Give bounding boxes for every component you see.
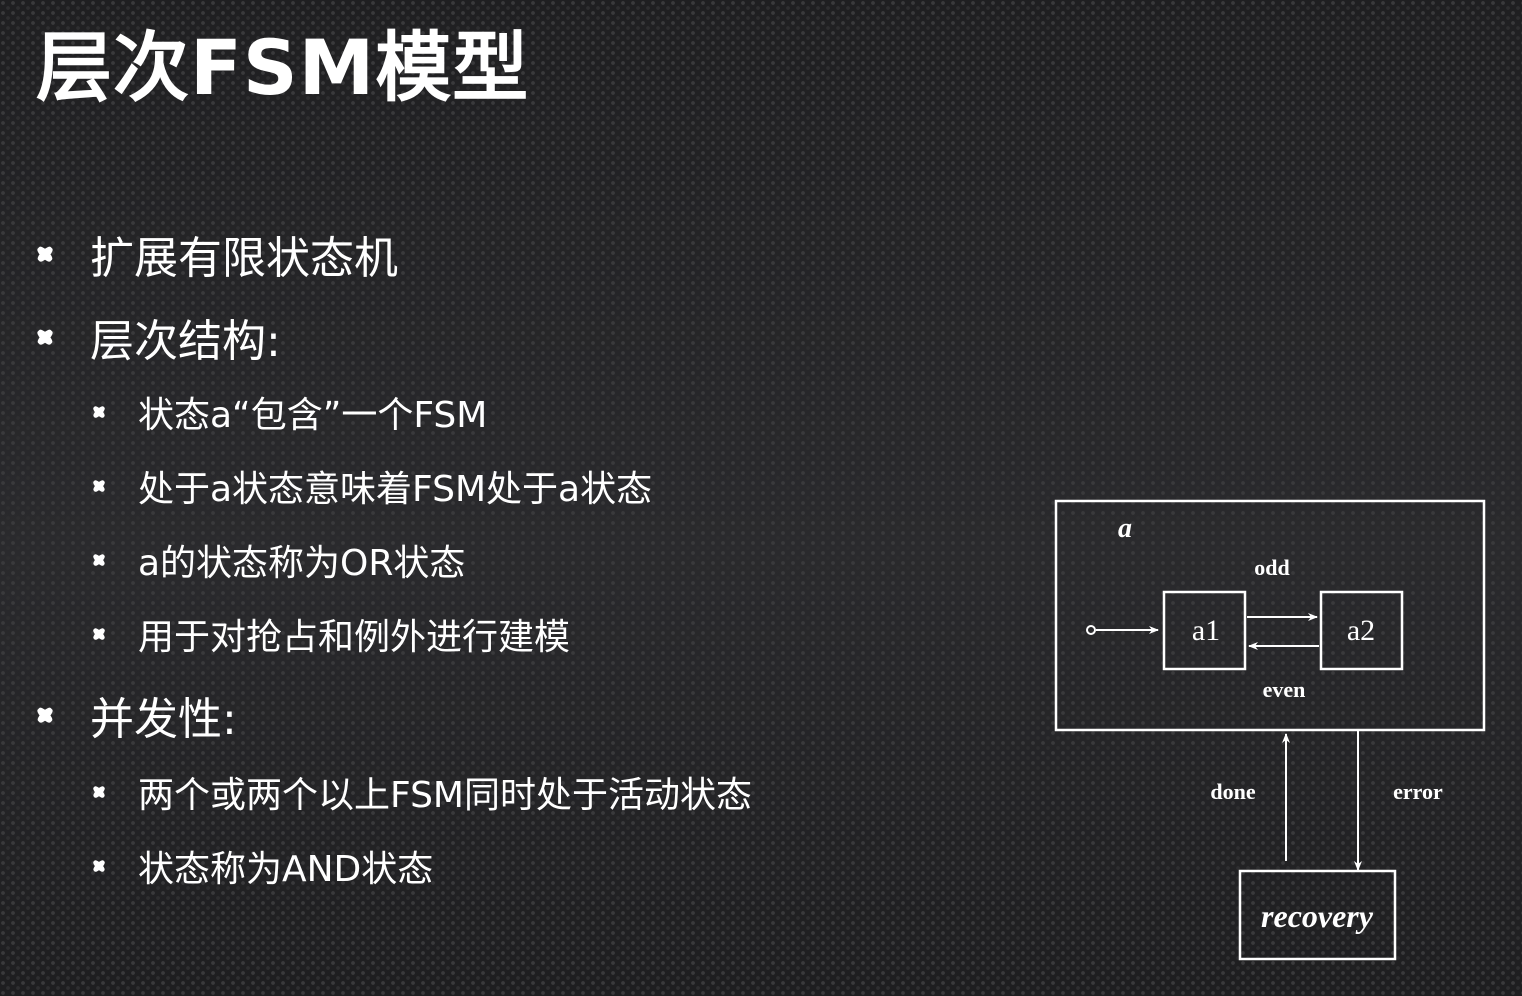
bullet-marker-icon <box>36 706 54 724</box>
sub-bullet-item: 状态称为AND状态 <box>92 840 433 892</box>
bullet-marker-icon <box>92 627 106 641</box>
sub-bullet-item: 用于对抢占和例外进行建模 <box>92 608 570 660</box>
sub-bullet-item: 状态a“包含”一个FSM <box>92 386 487 438</box>
bullet-text: 扩展有限状态机 <box>90 233 398 284</box>
bullet-text: a的状态称为OR状态 <box>138 543 466 584</box>
sub-bullet-item: a的状态称为OR状态 <box>92 534 465 586</box>
state-a1-label: a1 <box>1192 614 1220 647</box>
error-transition-label: error <box>1393 779 1443 804</box>
bullet-marker-icon <box>36 245 54 263</box>
state-a2-label: a2 <box>1347 614 1375 647</box>
bullet-item: 层次结构: <box>36 305 281 369</box>
bullet-list: 扩展有限状态机 层次结构: 状态a“包含”一个FSM 处于a状态意味着FSM处于… <box>0 0 1000 996</box>
initial-state-dot <box>1086 625 1096 635</box>
sub-bullet-item: 两个或两个以上FSM同时处于活动状态 <box>92 766 752 818</box>
bullet-marker-icon <box>92 785 106 799</box>
bullet-item: 并发性: <box>36 683 237 747</box>
bullet-text: 用于对抢占和例外进行建模 <box>138 617 571 658</box>
bullet-text: 并发性: <box>90 694 237 745</box>
bullet-marker-icon <box>92 553 106 567</box>
bullet-text: 两个或两个以上FSM同时处于活动状态 <box>138 775 752 816</box>
bullet-marker-icon <box>92 405 106 419</box>
odd-transition-label: odd <box>1254 555 1289 580</box>
bullet-text: 状态称为AND状态 <box>138 849 434 890</box>
outer-state-a-label: a <box>1118 513 1132 544</box>
bullet-item: 扩展有限状态机 <box>36 222 398 286</box>
bullet-text: 状态a“包含”一个FSM <box>138 395 488 436</box>
bullet-marker-icon <box>92 479 106 493</box>
done-transition-label: done <box>1210 779 1255 804</box>
bullet-text: 层次结构: <box>90 316 281 367</box>
even-transition-label: even <box>1263 677 1306 702</box>
bullet-marker-icon <box>92 859 106 873</box>
hierarchical-fsm-diagram: a a1 a2 odd even done error recovery <box>1040 490 1500 974</box>
recovery-state-label: recovery <box>1261 898 1374 934</box>
bullet-text: 处于a状态意味着FSM处于a状态 <box>138 469 653 510</box>
sub-bullet-item: 处于a状态意味着FSM处于a状态 <box>92 460 652 512</box>
bullet-marker-icon <box>36 328 54 346</box>
